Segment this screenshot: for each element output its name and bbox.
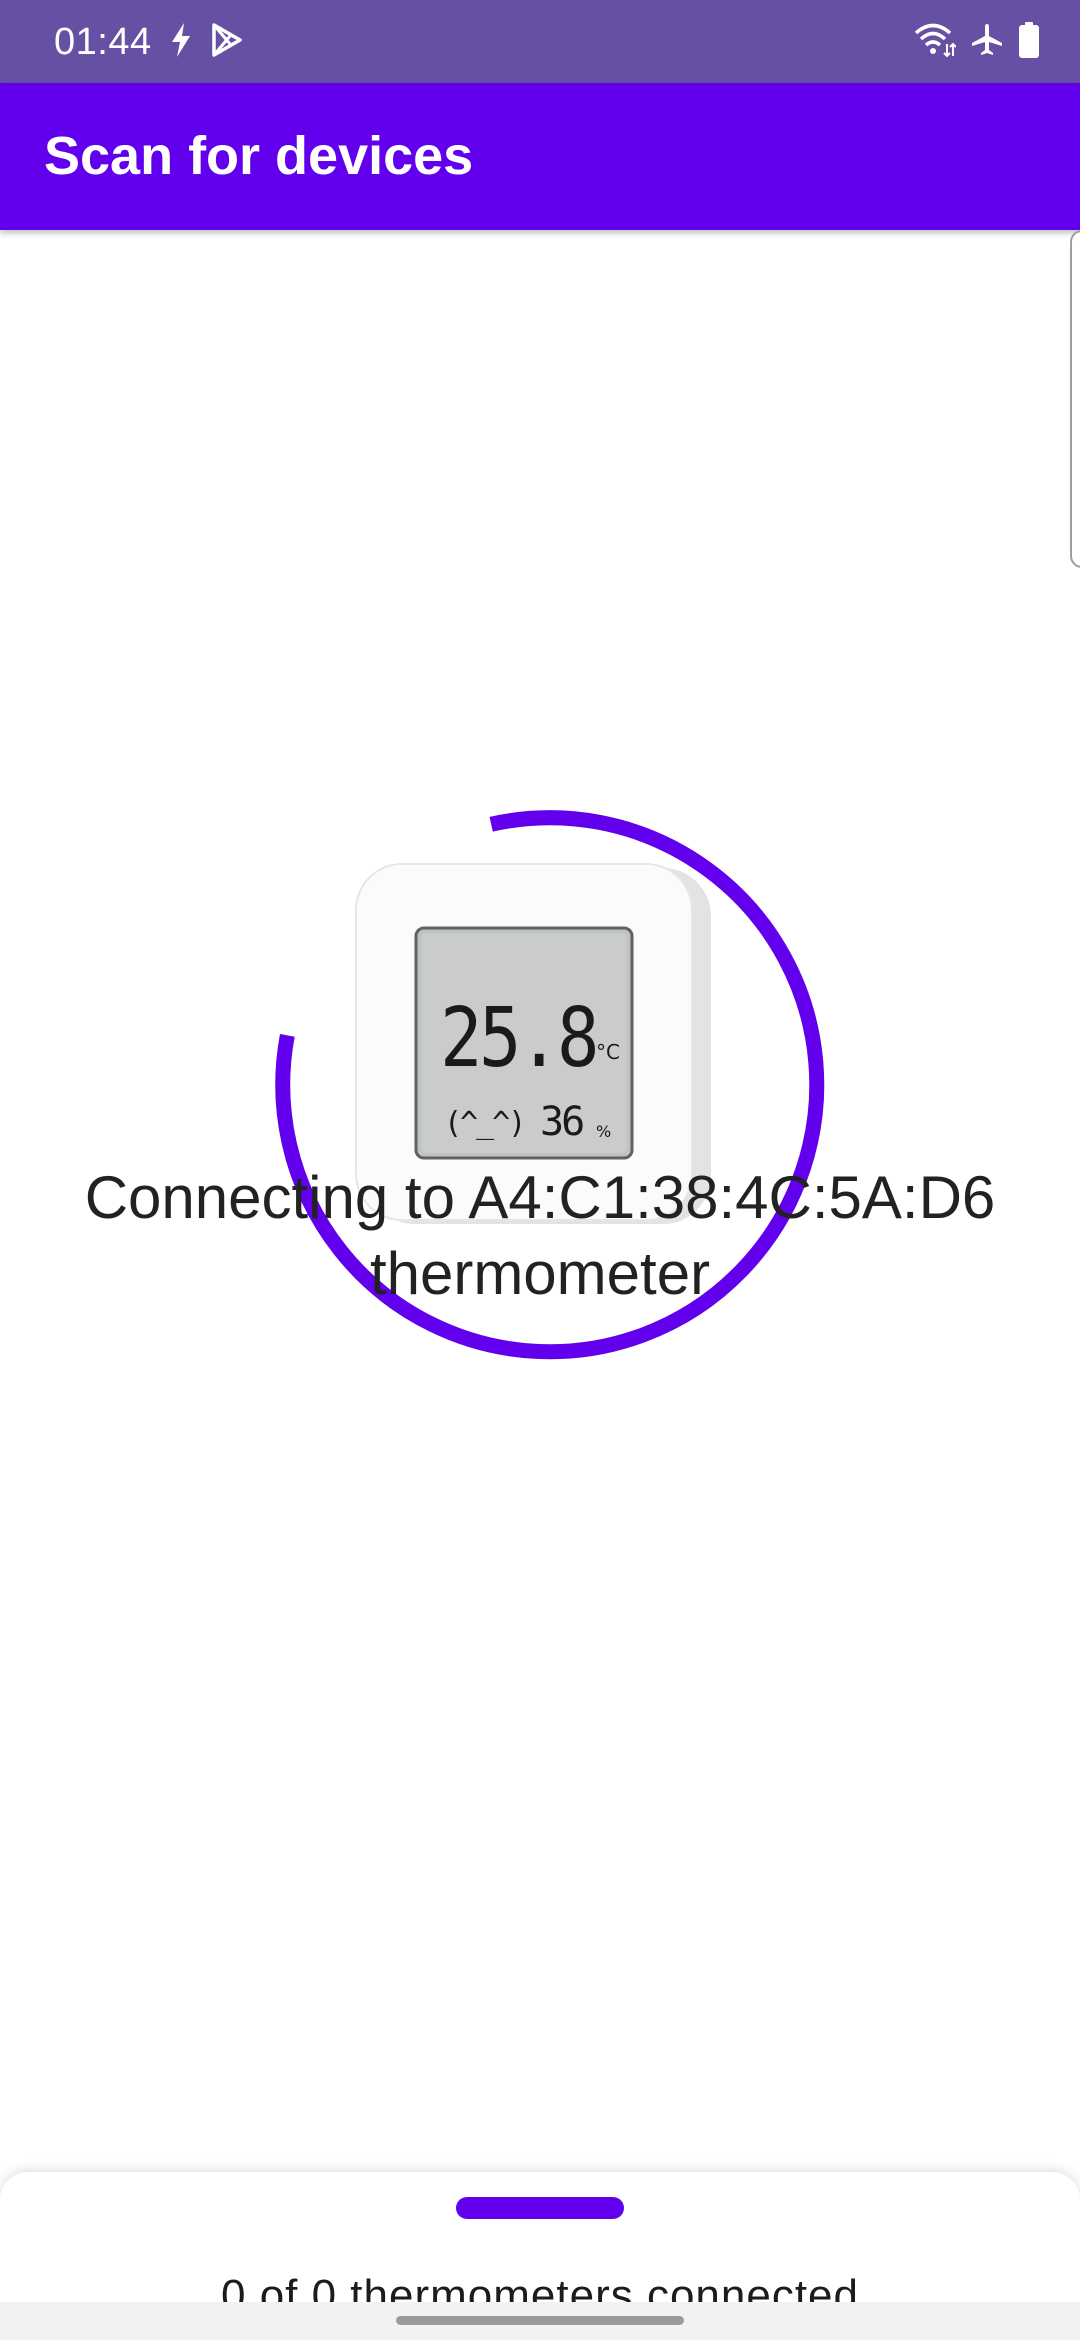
lcd-temperature-unit: °C xyxy=(596,1040,620,1064)
airplane-icon xyxy=(970,23,1004,62)
lcd-humidity-unit: % xyxy=(596,1122,612,1141)
home-gesture-pill[interactable] xyxy=(396,2316,684,2325)
edge-drag-handle[interactable] xyxy=(1070,230,1080,568)
connection-status-line1: Connecting to A4:C1:38:4C:5A:D6 xyxy=(84,1164,996,1231)
flash-icon xyxy=(170,22,192,62)
connection-status-message: Connecting to A4:C1:38:4C:5A:D6 thermome… xyxy=(40,1160,1040,1312)
wifi-icon xyxy=(914,22,957,63)
battery-icon xyxy=(1018,21,1040,63)
play-store-icon xyxy=(210,22,244,63)
status-notification-icons xyxy=(170,22,244,62)
page-title: Scan for devices xyxy=(44,126,474,186)
connection-status-line2: thermometer xyxy=(369,1240,711,1307)
navigation-bar xyxy=(0,2302,1080,2340)
lcd-temperature: 25.8 xyxy=(440,991,600,1086)
status-bar: 01:44 xyxy=(0,0,1080,83)
app-bar: Scan for devices xyxy=(0,83,1080,230)
lcd-face: (^_^) xyxy=(444,1106,526,1141)
status-time: 01:44 xyxy=(54,21,152,63)
bottom-sheet-handle[interactable] xyxy=(456,2197,624,2219)
lcd-humidity: 36 xyxy=(540,1099,585,1145)
status-system-icons xyxy=(914,20,1040,64)
